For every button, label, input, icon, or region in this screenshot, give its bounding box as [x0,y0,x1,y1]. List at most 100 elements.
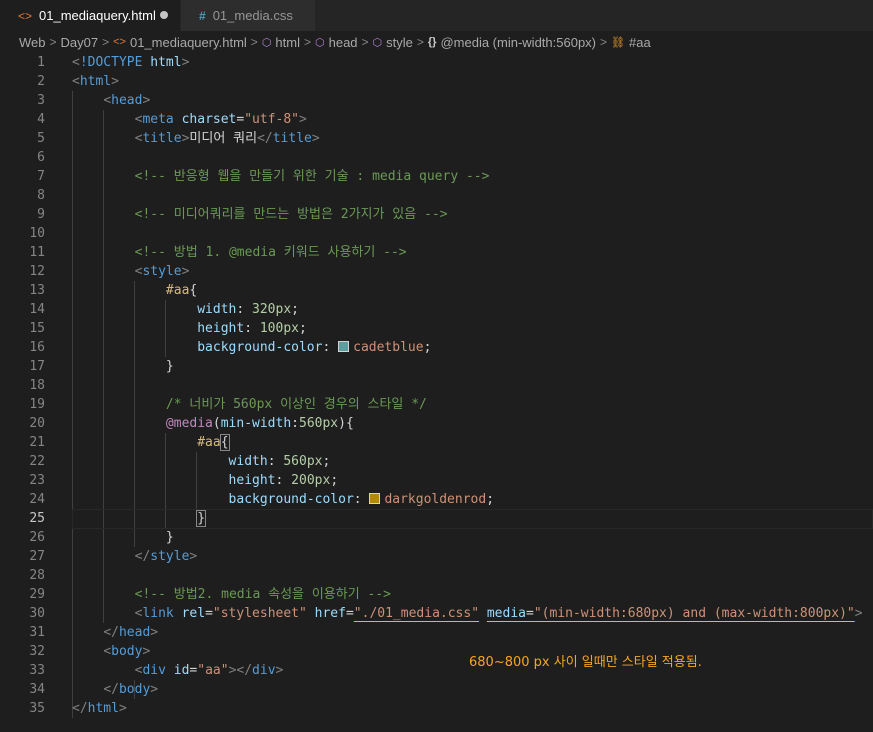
code-line[interactable]: 1 <!DOCTYPE html> [0,53,873,72]
code-line[interactable]: 14 width: 320px; [0,300,873,319]
code-token: id [173,663,190,678]
code-line[interactable]: 20 @media(min-width:560px){ [0,414,873,433]
code-token: rel [181,606,206,621]
code-token: ; [330,473,339,488]
code-line[interactable]: 28 [0,566,873,585]
code-text: height: 100px; [72,319,307,338]
code-line[interactable]: 5 <title>미디어 쿼리</title> [0,129,873,148]
code-token: html [150,55,182,70]
breadcrumb-item[interactable]: html [275,35,300,50]
code-line[interactable]: 17 } [0,357,873,376]
code-text: @media(min-width:560px){ [72,414,354,433]
code-text: width: 320px; [72,300,299,319]
code-line[interactable]: 18 [0,376,873,395]
code-token: #aa [165,283,190,298]
chevron-right-icon: > [102,35,110,49]
line-number: 24 [29,492,45,507]
line-number: 8 [37,188,45,203]
code-text: <title>미디어 쿼리</title> [72,129,320,148]
code-line[interactable]: 9 <!-- 미디어쿼리를 만드는 방법은 2가지가 있음 --> [0,205,873,224]
color-swatch-icon[interactable] [369,493,381,504]
breadcrumb-item[interactable]: head [329,35,358,50]
code-line[interactable]: 10 [0,224,873,243]
code-line[interactable]: 12 <style> [0,262,873,281]
code-token: link [142,606,182,621]
code-token: > [142,93,151,108]
code-line[interactable]: 19 /* 너비가 560px 이상인 경우의 스타일 */ [0,395,873,414]
chevron-right-icon: > [49,35,57,49]
code-line[interactable]: 33 <div id="aa"></div> [0,661,873,680]
code-line[interactable]: 26 } [0,528,873,547]
color-swatch-icon[interactable] [338,341,350,352]
code-line[interactable]: 6 [0,148,873,167]
tab-01-mediaquery-html[interactable]: <> 01_mediaquery.html [0,0,180,31]
code-text: <style> [72,262,190,281]
code-token: { [219,434,230,451]
code-token: 200px [291,473,331,488]
code-line[interactable]: 32 <body> [0,642,873,661]
cube-icon: ⬡ [315,36,325,49]
breadcrumb-item[interactable]: 01_mediaquery.html [130,35,247,50]
code-line[interactable]: 3 <head> [0,91,873,110]
code-line[interactable]: 15 height: 100px; [0,319,873,338]
breadcrumb-item[interactable]: Day07 [61,35,99,50]
breadcrumb-item[interactable]: style [386,35,413,50]
code-token: <!-- 미디어쿼리를 만드는 방법은 2가지가 있음 --> [134,207,448,222]
code-token: > [854,606,863,621]
code-token: href [314,606,346,621]
code-token: "(min-width:680px) and (max-width:800px)… [533,606,855,621]
code-line[interactable]: 25 } [0,509,873,529]
line-number: 4 [37,112,45,127]
code-line[interactable]: 2 <html> [0,72,873,91]
code-line[interactable]: 7 <!-- 반응형 웹을 만들기 위한 기술 : media query --… [0,167,873,186]
unsaved-dot-icon[interactable] [160,11,168,19]
line-number: 16 [29,340,45,355]
code-line[interactable]: 4 <meta charset="utf-8"> [0,110,873,129]
line-number: 11 [29,245,45,260]
code-line[interactable]: 30 <link rel="stylesheet" href="./01_med… [0,604,873,623]
code-line[interactable]: 8 [0,186,873,205]
code-line[interactable]: 27 </style> [0,547,873,566]
code-line[interactable]: 29 <!-- 방법2. media 속성을 이용하기 --> [0,585,873,604]
code-line[interactable]: 16 background-color: cadetblue; [0,338,873,357]
code-line[interactable]: 31 </head> [0,623,873,642]
code-token: @media [165,416,213,431]
code-line[interactable]: 13 #aa{ [0,281,873,300]
code-line[interactable]: 11 <!-- 방법 1. @media 키워드 사용하기 --> [0,243,873,262]
code-line[interactable]: 24 background-color: darkgoldenrod; [0,490,873,509]
breadcrumb-item[interactable]: #aa [629,35,651,50]
breadcrumb-item[interactable]: Web [19,35,46,50]
code-token: > [311,131,320,146]
code-text: height: 200px; [72,471,339,490]
code-line[interactable]: 34 </body> [0,680,873,699]
code-line[interactable]: 35 </html> [0,699,873,718]
code-token: 560px [299,416,339,431]
line-number: 19 [29,397,45,412]
line-number: 2 [37,74,45,89]
code-line[interactable]: 21 #aa{ [0,433,873,452]
code-text: </style> [72,547,198,566]
code-token: min-width [220,416,292,431]
code-token: style [142,264,182,279]
code-text: #aa{ [72,433,230,452]
code-token: <!-- 방법 1. @media 키워드 사용하기 --> [134,245,407,260]
code-line[interactable]: 23 height: 200px; [0,471,873,490]
line-number: 5 [37,131,45,146]
code-text: <meta charset="utf-8"> [72,110,307,129]
breadcrumb-item[interactable]: @media (min-width:560px) [440,35,596,50]
code-editor[interactable]: 1 <!DOCTYPE html> 2 <html> 3 <head> 4 <meta c… [0,53,873,732]
chevron-right-icon: > [303,35,311,49]
code-token: head [118,625,151,640]
code-token: charset [181,112,237,127]
code-line[interactable]: 22 width: 560px; [0,452,873,471]
code-token: < [103,93,112,108]
tab-01-media-css[interactable]: # 01_media.css [180,0,315,31]
